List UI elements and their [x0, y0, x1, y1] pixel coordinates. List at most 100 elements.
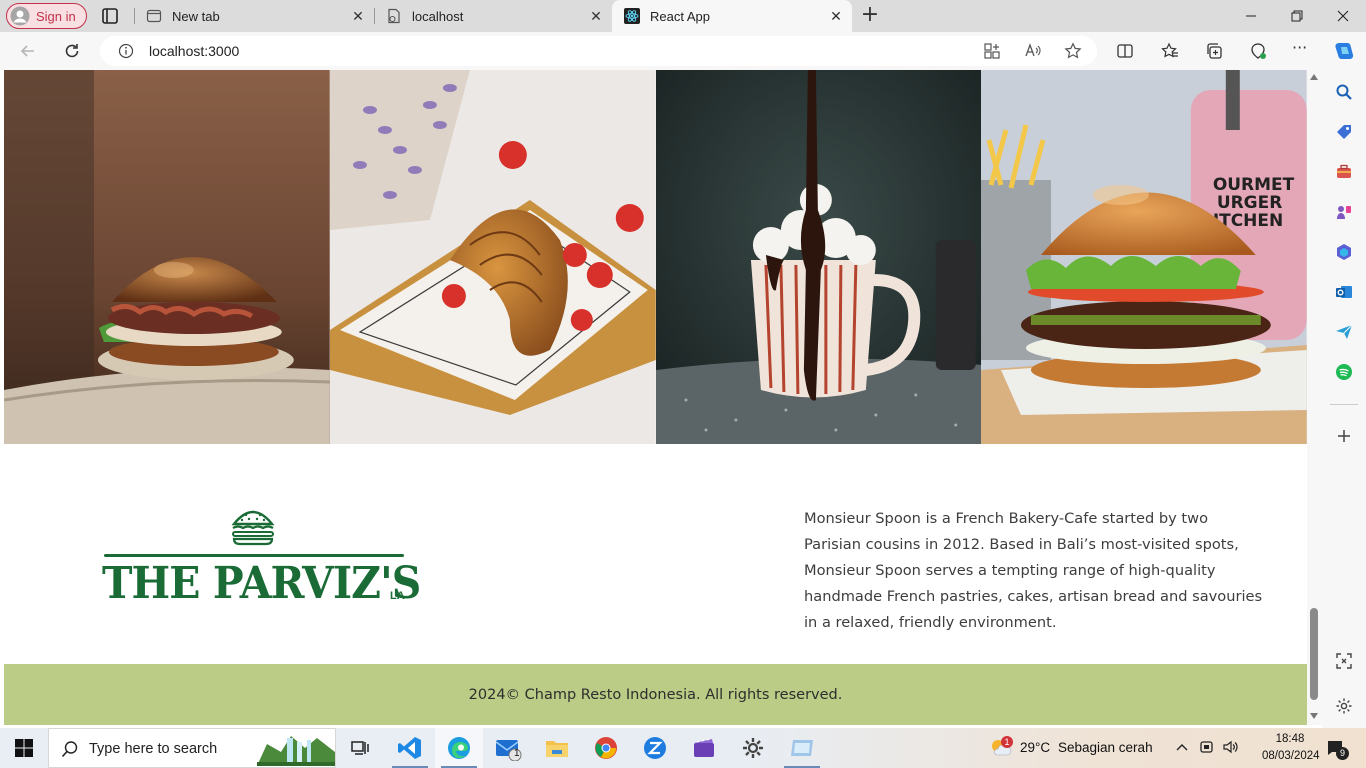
close-icon[interactable]: ✕ [350, 8, 366, 24]
weather-alert-badge: 1 [1001, 736, 1013, 748]
logo-suffix: LA [390, 590, 405, 602]
taskbar-file-explorer[interactable] [533, 728, 581, 768]
gallery-photo-gourmet-burger: OURMET URGER ITCHEN [981, 70, 1307, 444]
screenshot-icon[interactable] [1335, 652, 1353, 670]
tab-new-tab[interactable]: New tab ✕ [134, 0, 374, 32]
edge-sidebar [1322, 70, 1366, 728]
app-window-icon [791, 740, 813, 756]
sidebar-divider [1330, 404, 1358, 405]
search-icon [61, 741, 78, 758]
taskbar-app-window[interactable] [778, 728, 826, 768]
about-section: THE PARVIZ'S LA Monsieur Spoon is a Fren… [4, 444, 1307, 664]
copilot-icon[interactable] [1333, 40, 1355, 62]
settings-gear-icon [743, 738, 763, 758]
burger-photo-image [4, 70, 330, 444]
scroll-thumb[interactable] [1310, 608, 1318, 700]
meet-now-icon[interactable] [1199, 739, 1215, 755]
tab-actions-icon[interactable] [100, 6, 120, 26]
gallery-photo-burger [4, 70, 330, 444]
apps-icon[interactable] [983, 42, 1001, 60]
back-icon[interactable] [18, 41, 38, 61]
gourmet-burger-photo-image: OURMET URGER ITCHEN [981, 70, 1307, 444]
close-window-button[interactable] [1320, 0, 1366, 32]
collections-icon[interactable] [1205, 42, 1223, 60]
page-viewport: OURMET URGER ITCHEN THE PARVIZ'S LA Mons… [4, 70, 1307, 725]
chocolate-drink-photo-image [655, 70, 982, 444]
sign-in-button[interactable]: Sign in [6, 3, 87, 29]
taskbar-clipchamp[interactable] [680, 728, 728, 768]
split-screen-icon[interactable] [1116, 42, 1134, 60]
taskbar-zoom[interactable] [631, 728, 679, 768]
tab-title: localhost [412, 8, 464, 24]
edge-browser-icon [448, 737, 470, 759]
about-description: Monsieur Spoon is a French Bakery-Cafe s… [804, 510, 1263, 631]
speaker-volume-icon[interactable] [1222, 739, 1238, 755]
sign-in-label: Sign in [36, 8, 76, 24]
mail-badge: 1 [514, 748, 520, 759]
taskbar-clock[interactable]: 18:48 08/03/2024 [1262, 731, 1320, 765]
tab-title: React App [650, 8, 710, 24]
notification-badge: 9 [1336, 747, 1349, 760]
copyright-text: 2024© Champ Resto Indonesia. All rights … [468, 686, 843, 703]
taskbar-search-box[interactable]: Type here to search [48, 728, 336, 768]
refresh-icon[interactable] [62, 41, 82, 61]
search-placeholder: Type here to search [89, 741, 218, 757]
brand-logo[interactable]: THE PARVIZ'S LA [102, 500, 421, 610]
newtab-page-icon [146, 9, 162, 23]
weather-condition[interactable]: Sebagian cerah [1058, 740, 1153, 755]
spotify-icon[interactable] [1335, 363, 1353, 381]
clock-date: 08/03/2024 [1262, 750, 1320, 762]
address-bar[interactable]: localhost:3000 [100, 36, 1097, 66]
video-editor-icon [694, 738, 714, 757]
search-highlight-waterfall-icon [257, 736, 335, 766]
close-icon[interactable]: ✕ [588, 8, 604, 24]
page-scrollbar[interactable] [1307, 70, 1322, 725]
microsoft-365-icon[interactable] [1335, 243, 1353, 261]
taskbar-task-view[interactable] [336, 728, 384, 768]
weather-temperature[interactable]: 29°C [1020, 740, 1050, 755]
logo-divider [104, 554, 404, 557]
tools-briefcase-icon[interactable] [1335, 163, 1353, 181]
site-info-icon[interactable] [118, 43, 134, 59]
scroll-up-arrow-icon[interactable] [1310, 74, 1318, 80]
site-footer: 2024© Champ Resto Indonesia. All rights … [4, 664, 1307, 725]
chevron-up-icon[interactable] [1174, 739, 1190, 755]
chrome-icon [595, 737, 617, 759]
minimize-button[interactable] [1228, 0, 1274, 32]
gallery-photo-croissant [329, 70, 656, 444]
read-aloud-icon[interactable] [1024, 42, 1042, 60]
logo-wordmark: THE PARVIZ'S [102, 558, 421, 609]
z-app-icon [644, 737, 666, 759]
taskbar-vscode[interactable] [386, 728, 434, 768]
folder-icon [546, 741, 568, 757]
shopping-tag-icon[interactable] [1335, 123, 1353, 141]
windows-taskbar: Type here to search 1 1 29°C Sebagian ce… [0, 728, 1366, 768]
scroll-down-arrow-icon[interactable] [1310, 713, 1318, 719]
taskbar-edge[interactable] [435, 728, 483, 768]
browser-essentials-icon[interactable] [1249, 42, 1267, 60]
taskbar-settings[interactable] [729, 728, 777, 768]
url-text: localhost:3000 [149, 43, 240, 59]
croissant-photo-image [329, 70, 656, 444]
tab-localhost[interactable]: localhost ✕ [374, 0, 612, 32]
favorites-icon[interactable] [1161, 42, 1179, 60]
restore-button[interactable] [1274, 0, 1320, 32]
taskbar-mail[interactable]: 1 [484, 728, 532, 768]
send-arrow-icon[interactable] [1335, 323, 1353, 341]
favorite-star-icon[interactable] [1064, 42, 1082, 60]
taskbar-chrome[interactable] [582, 728, 630, 768]
windows-start-icon[interactable] [14, 738, 34, 758]
burger-logo-icon [231, 510, 275, 546]
tab-react-app[interactable]: React App ✕ [612, 0, 852, 32]
settings-more-icon[interactable]: ··· [1292, 38, 1310, 57]
outlook-icon[interactable] [1335, 283, 1353, 301]
new-tab-button[interactable]: + [860, 4, 880, 26]
task-view-icon [351, 741, 369, 755]
games-icon[interactable] [1335, 203, 1353, 221]
add-icon[interactable] [1335, 427, 1353, 445]
close-icon[interactable]: ✕ [828, 8, 844, 24]
minimize-icon [1246, 15, 1256, 17]
sidebar-settings-icon[interactable] [1335, 697, 1353, 715]
search-icon[interactable] [1335, 83, 1353, 101]
close-icon [1337, 10, 1349, 22]
